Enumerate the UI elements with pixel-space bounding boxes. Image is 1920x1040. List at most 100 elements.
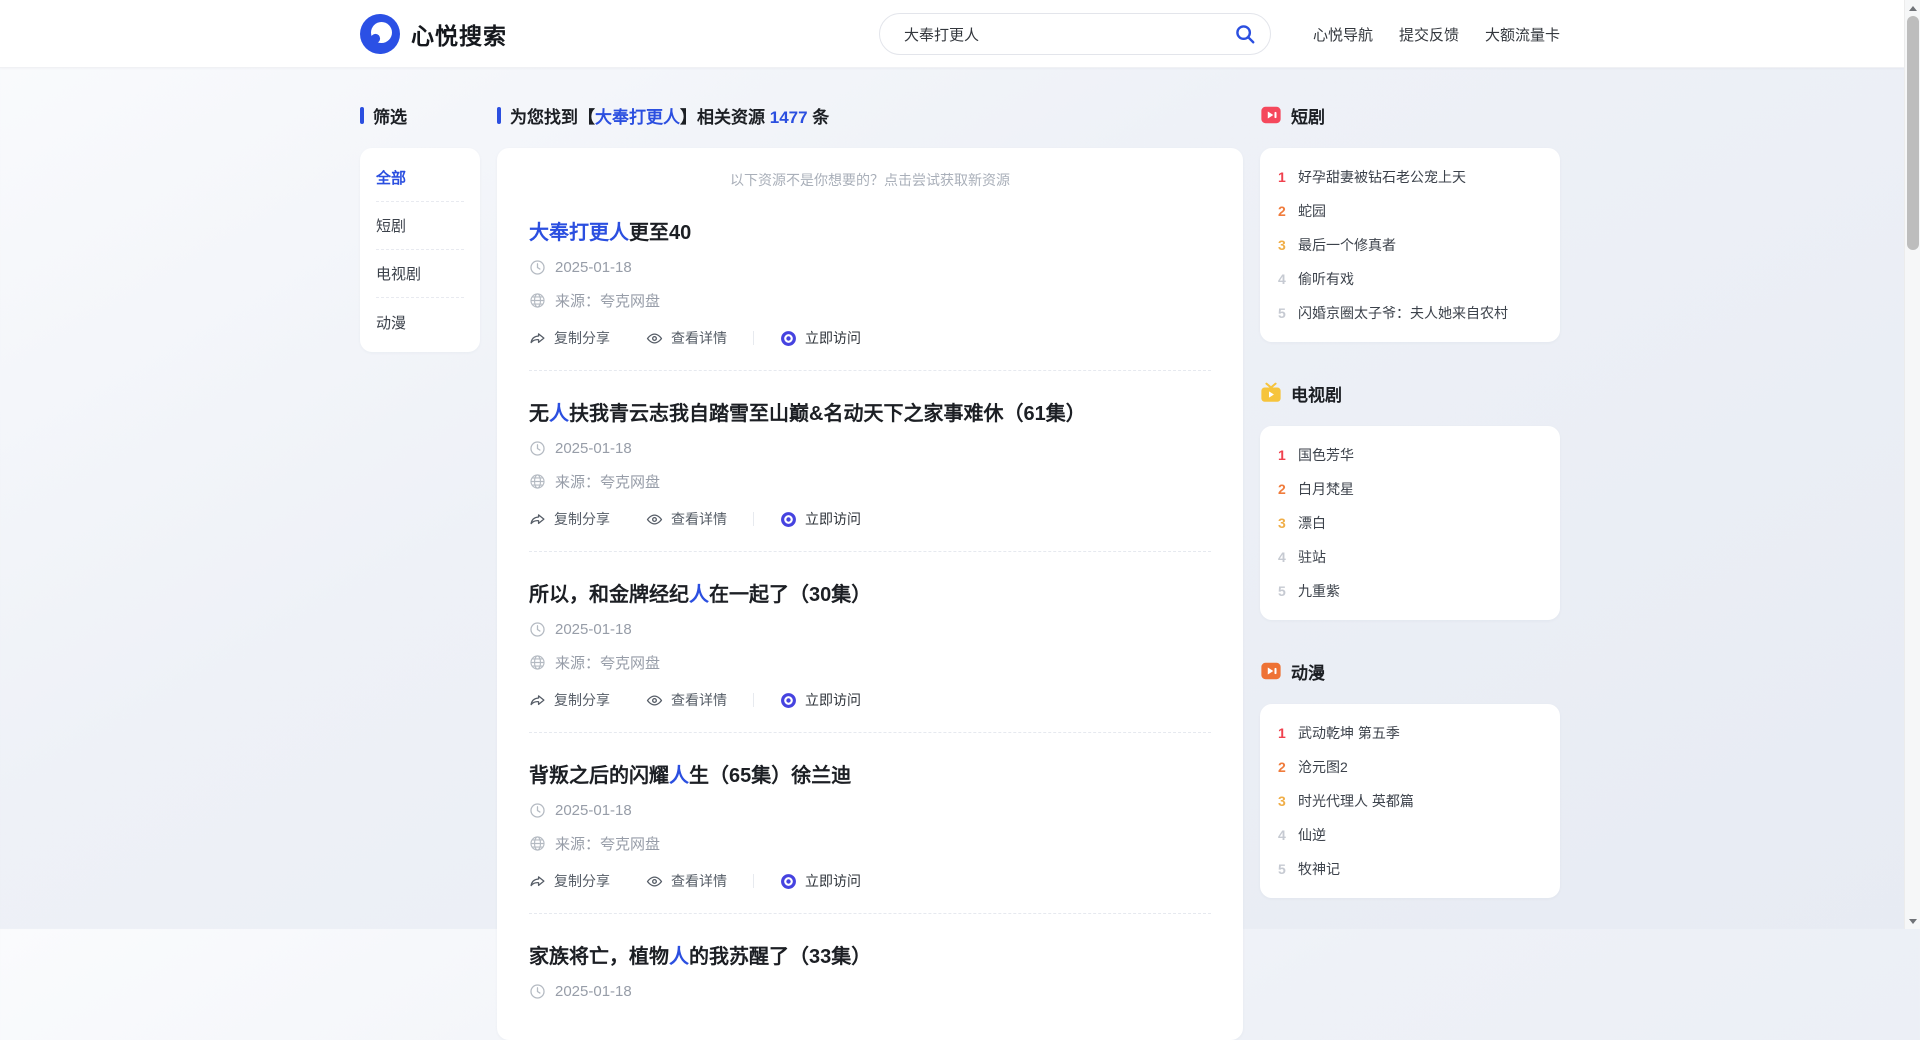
copy-share-button[interactable]: 复制分享 — [529, 871, 610, 891]
results-card: 以下资源不是你想要的？点击尝试获取新资源 大奉打更人更至40 2025-01-1… — [497, 148, 1243, 1040]
rank-item[interactable]: 3 最后一个修真者 — [1278, 228, 1542, 262]
scroll-down-arrow-icon[interactable] — [1905, 913, 1920, 929]
rank-label: 蛇园 — [1298, 201, 1326, 221]
rank-item[interactable]: 3 时光代理人 英都篇 — [1278, 784, 1542, 818]
view-detail-button[interactable]: 查看详情 — [646, 509, 727, 529]
view-detail-button[interactable]: 查看详情 — [646, 328, 727, 348]
rank-section-duanju: 短剧 1 好孕甜妻被钻石老公宠上天 2 蛇园 3 最后一个修真者 4 偷听有戏 … — [1260, 104, 1560, 342]
rank-label: 漂白 — [1298, 513, 1326, 533]
nav-link-2[interactable]: 提交反馈 — [1399, 24, 1459, 45]
logo[interactable]: 心悦搜索 — [360, 14, 507, 54]
rank-item[interactable]: 3 漂白 — [1278, 506, 1542, 540]
rank-item[interactable]: 1 国色芳华 — [1278, 438, 1542, 472]
scrollbar-thumb[interactable] — [1907, 16, 1919, 250]
results-heading: 为您找到【大奉打更人】相关资源 1477 条 — [497, 104, 1243, 126]
rank-number: 1 — [1278, 447, 1298, 463]
rank-section-title: 动漫 — [1260, 660, 1560, 682]
share-icon — [529, 692, 546, 709]
view-detail-button[interactable]: 查看详情 — [646, 690, 727, 710]
rankings-sidebar: 短剧 1 好孕甜妻被钻石老公宠上天 2 蛇园 3 最后一个修真者 4 偷听有戏 … — [1260, 104, 1560, 1040]
rank-item[interactable]: 1 好孕甜妻被钻石老公宠上天 — [1278, 160, 1542, 194]
filter-sidebar: 筛选 全部短剧电视剧动漫 — [360, 104, 480, 1040]
visit-now-button[interactable]: 立即访问 — [780, 328, 861, 348]
visit-now-button[interactable]: 立即访问 — [780, 871, 861, 891]
filter-item-短剧[interactable]: 短剧 — [376, 202, 464, 250]
results-count: 1477 — [770, 108, 808, 127]
results-heading-text: 为您找到【大奉打更人】相关资源 1477 条 — [510, 103, 829, 128]
rank-label: 驻站 — [1298, 547, 1326, 567]
scroll-up-arrow-icon[interactable] — [1905, 0, 1920, 16]
results-keyword: 大奉打更人 — [595, 108, 680, 127]
clock-icon — [529, 440, 546, 457]
rank-item[interactable]: 2 沧元图2 — [1278, 750, 1542, 784]
header: 心悦搜索 心悦导航 提交反馈 大额流量卡 — [0, 0, 1920, 68]
rank-label: 牧神记 — [1298, 859, 1340, 879]
copy-share-button[interactable]: 复制分享 — [529, 328, 610, 348]
target-circle-icon — [780, 873, 797, 890]
copy-share-button[interactable]: 复制分享 — [529, 690, 610, 710]
result-title[interactable]: 所以，和金牌经纪人在一起了（30集） — [529, 578, 1211, 607]
nav-link-1[interactable]: 心悦导航 — [1313, 24, 1373, 45]
view-detail-button[interactable]: 查看详情 — [646, 871, 727, 891]
rank-item[interactable]: 5 九重紫 — [1278, 574, 1542, 608]
rank-number: 4 — [1278, 549, 1298, 565]
rank-item[interactable]: 4 偷听有戏 — [1278, 262, 1542, 296]
filter-item-全部[interactable]: 全部 — [376, 154, 464, 202]
rank-number: 4 — [1278, 271, 1298, 287]
rank-number: 3 — [1278, 793, 1298, 809]
results-column: 为您找到【大奉打更人】相关资源 1477 条 以下资源不是你想要的？点击尝试获取… — [497, 104, 1243, 1040]
result-title[interactable]: 大奉打更人更至40 — [529, 216, 1211, 245]
target-circle-icon — [780, 330, 797, 347]
nav-link-3[interactable]: 大额流量卡 — [1485, 24, 1560, 45]
eye-icon — [646, 873, 663, 890]
result-title[interactable]: 无人扶我青云志我自踏雪至山巅&名动天下之家事难休（61集） — [529, 397, 1211, 426]
rank-item[interactable]: 2 蛇园 — [1278, 194, 1542, 228]
rank-label: 最后一个修真者 — [1298, 235, 1396, 255]
result-actions: 复制分享 查看详情 立即访问 — [529, 871, 1211, 891]
video-play-orange-icon — [1260, 660, 1282, 682]
tv-yellow-icon — [1260, 382, 1282, 404]
filter-item-电视剧[interactable]: 电视剧 — [376, 250, 464, 298]
rank-number: 3 — [1278, 237, 1298, 253]
filter-title: 筛选 — [360, 104, 480, 126]
rank-label: 武动乾坤 第五季 — [1298, 723, 1400, 743]
rank-label: 国色芳华 — [1298, 445, 1354, 465]
refresh-resources-link[interactable]: 以下资源不是你想要的？点击尝试获取新资源 — [529, 170, 1211, 190]
result-source: 来源：夸克网盘 — [529, 652, 1211, 673]
eye-icon — [646, 692, 663, 709]
rank-label: 九重紫 — [1298, 581, 1340, 601]
rank-card: 1 国色芳华 2 白月梵星 3 漂白 4 驻站 5 九重紫 — [1260, 426, 1560, 620]
visit-now-button[interactable]: 立即访问 — [780, 509, 861, 529]
rank-number: 2 — [1278, 481, 1298, 497]
clock-icon — [529, 621, 546, 638]
rank-item[interactable]: 5 闪婚京圈太子爷：夫人她来自农村 — [1278, 296, 1542, 330]
globe-icon — [529, 292, 546, 309]
rank-item[interactable]: 5 牧神记 — [1278, 852, 1542, 886]
clock-icon — [529, 983, 546, 1000]
divider — [753, 512, 754, 526]
result-title[interactable]: 背叛之后的闪耀人生（65集）徐兰迪 — [529, 759, 1211, 788]
rank-section-tv: 电视剧 1 国色芳华 2 白月梵星 3 漂白 4 驻站 5 九重紫 — [1260, 382, 1560, 620]
rank-number: 5 — [1278, 583, 1298, 599]
result-date: 2025-01-18 — [529, 440, 1211, 457]
result-date: 2025-01-18 — [529, 259, 1211, 276]
rank-item[interactable]: 2 白月梵星 — [1278, 472, 1542, 506]
filter-item-动漫[interactable]: 动漫 — [376, 298, 464, 346]
rank-section-anime: 动漫 1 武动乾坤 第五季 2 沧元图2 3 时光代理人 英都篇 4 仙逆 5 … — [1260, 660, 1560, 898]
rank-section-title: 短剧 — [1260, 104, 1560, 126]
rank-item[interactable]: 4 仙逆 — [1278, 818, 1542, 852]
visit-now-button[interactable]: 立即访问 — [780, 690, 861, 710]
header-nav: 心悦导航 提交反馈 大额流量卡 — [1313, 24, 1560, 45]
result-actions: 复制分享 查看详情 立即访问 — [529, 690, 1211, 710]
search-input[interactable] — [879, 13, 1271, 55]
scrollbar[interactable] — [1904, 0, 1920, 929]
result-title[interactable]: 家族将亡，植物人的我苏醒了（33集） — [529, 940, 1211, 969]
clock-icon — [529, 259, 546, 276]
quark-logo-icon — [360, 14, 400, 54]
search-icon — [1234, 23, 1256, 45]
copy-share-button[interactable]: 复制分享 — [529, 509, 610, 529]
search-button[interactable] — [1234, 23, 1256, 45]
rank-item[interactable]: 1 武动乾坤 第五季 — [1278, 716, 1542, 750]
rank-item[interactable]: 4 驻站 — [1278, 540, 1542, 574]
target-circle-icon — [780, 692, 797, 709]
